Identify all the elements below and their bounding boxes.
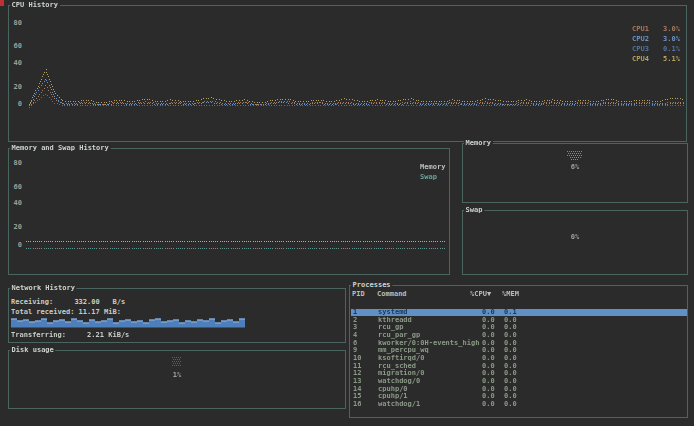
- memory-swap-history-chart: [9, 149, 449, 274]
- panel-cpu-history: CPU History 80 60 40 20 0 CPU1 3.0% CPU2…: [8, 5, 687, 142]
- cpu-legend-value-2: 3.0%: [660, 36, 680, 43]
- cpu-legend-label-4: CPU4: [632, 56, 649, 63]
- panel-title-disk-usage: Disk usage: [10, 347, 55, 354]
- cpu-legend-label-3: CPU3: [632, 46, 649, 53]
- panel-disk-usage: Disk usage 1%: [8, 350, 346, 409]
- memswap-legend-swap: Swap: [420, 174, 437, 181]
- processes-header-command[interactable]: Command: [377, 291, 407, 298]
- memswap-legend-memory: Memory: [420, 164, 445, 171]
- panel-title-swap: Swap: [464, 207, 484, 214]
- cpu-legend-label-2: CPU2: [632, 36, 649, 43]
- swap-percent: 0%: [488, 234, 663, 241]
- panel-processes: Processes PID Command %CPU▼ %MEM 1system…: [349, 285, 688, 418]
- cursor-artifact: [0, 0, 4, 6]
- panel-title-cpu-history: CPU History: [10, 2, 60, 9]
- process-row-systemd[interactable]: 1systemd0.00.1: [351, 309, 687, 316]
- cpu-history-chart: [9, 6, 686, 141]
- cpu-legend-value-4: 5.1%: [660, 56, 680, 63]
- panel-memory-swap-history: Memory and Swap History 80 60 40 20 0 Me…: [8, 148, 450, 275]
- panel-memory: Memory 6%: [462, 143, 688, 203]
- processes-header-cpu[interactable]: %CPU▼: [470, 291, 491, 298]
- disk-percent: 1%: [46, 372, 308, 379]
- panel-title-network-history: Network History: [10, 285, 77, 292]
- system-monitor-screen: CPU History 80 60 40 20 0 CPU1 3.0% CPU2…: [0, 0, 694, 426]
- cpu-legend-label-1: CPU1: [632, 26, 649, 33]
- panel-swap: Swap 0%: [462, 210, 688, 275]
- processes-header-pid[interactable]: PID: [352, 291, 365, 298]
- processes-header-mem[interactable]: %MEM: [502, 291, 519, 298]
- memory-usage-donut: [567, 151, 582, 160]
- cpu-legend-value-3: 0.1%: [660, 46, 680, 53]
- cpu-legend-value-1: 3.0%: [660, 26, 680, 33]
- panel-title-memory: Memory: [464, 140, 492, 147]
- panel-title-memory-swap-history: Memory and Swap History: [10, 145, 110, 152]
- disk-usage-donut: [172, 357, 181, 366]
- memory-percent: 6%: [488, 164, 663, 171]
- process-row-watchdog/1[interactable]: 16watchdog/10.00.0: [351, 401, 687, 409]
- network-transferring-line: Transferring: 2.21 KiB/s: [11, 332, 129, 339]
- panel-network-history: Network History Receiving: 332.00 B/s To…: [8, 288, 346, 343]
- panel-title-processes: Processes: [351, 282, 392, 289]
